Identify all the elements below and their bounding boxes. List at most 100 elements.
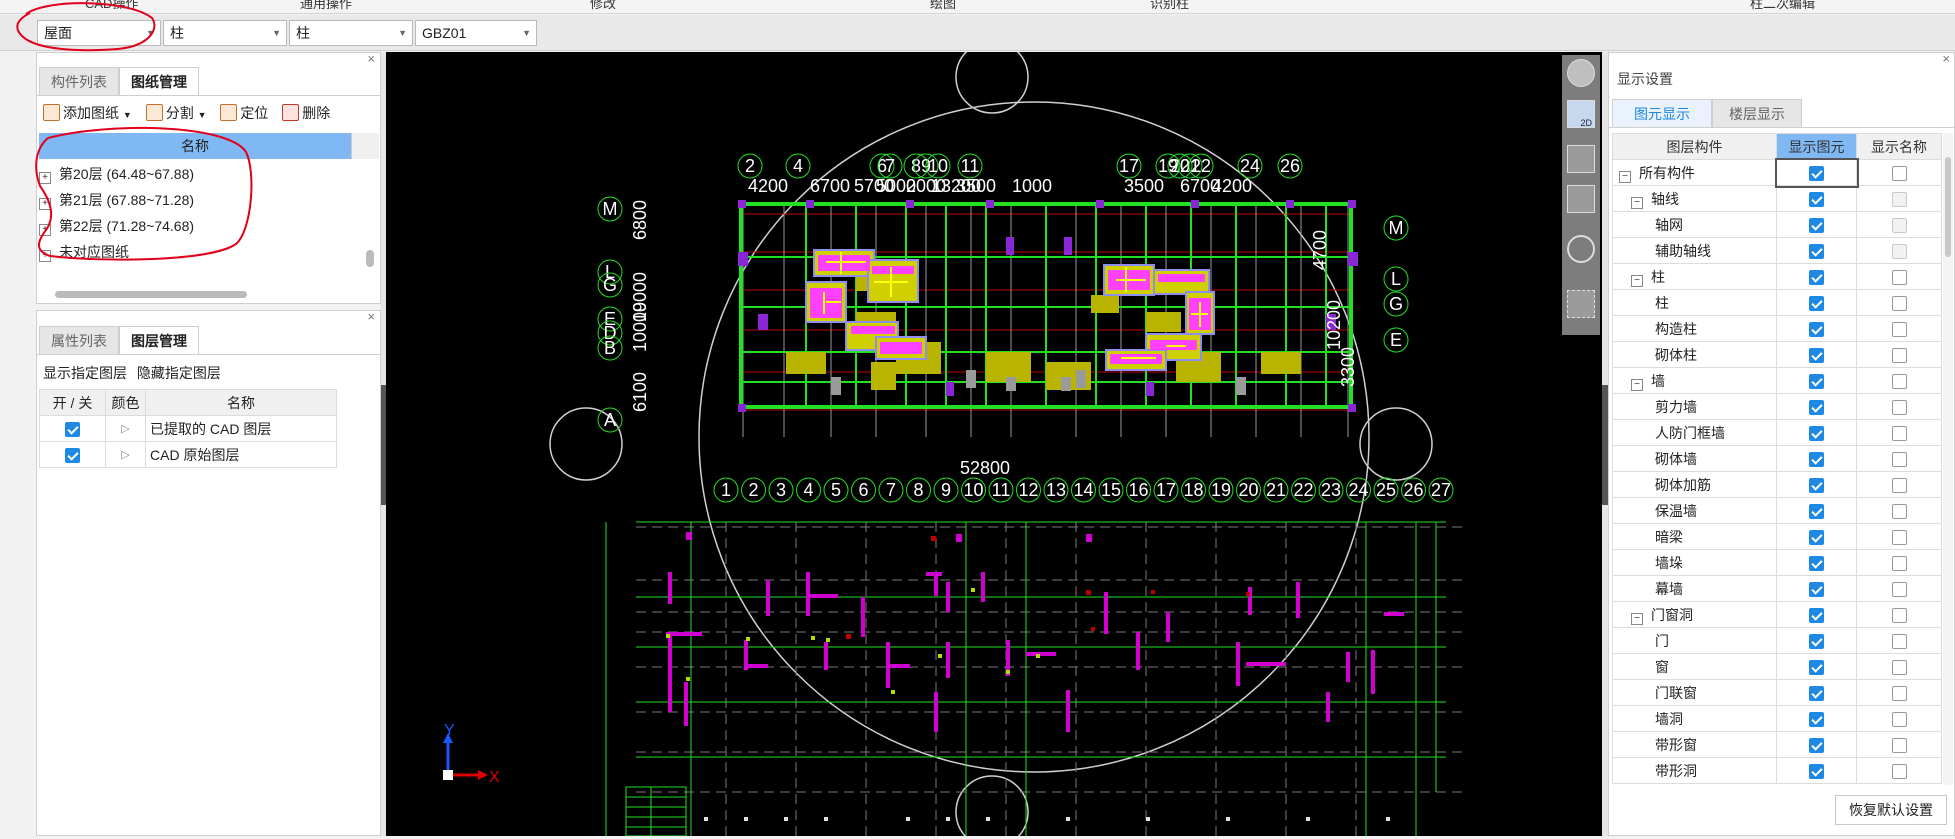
- show-element-checkbox[interactable]: [1809, 373, 1824, 389]
- show-name-checkbox[interactable]: [1891, 685, 1907, 701]
- type-select[interactable]: 柱 ▼: [289, 20, 413, 46]
- show-element-checkbox[interactable]: [1809, 399, 1824, 415]
- show-element-checkbox[interactable]: [1809, 321, 1824, 337]
- show-name-checkbox[interactable]: [1891, 321, 1907, 337]
- expand-icon[interactable]: +: [39, 250, 51, 262]
- vertical-scrollbar[interactable]: [1943, 133, 1953, 785]
- show-name-checkbox[interactable]: [1891, 529, 1907, 545]
- ribbon-tab-draw[interactable]: 识别柱: [1150, 0, 1189, 12]
- rotate-icon[interactable]: [1567, 235, 1595, 263]
- show-element-checkbox[interactable]: [1809, 477, 1824, 493]
- show-layer-button[interactable]: 显示指定图层: [43, 365, 127, 381]
- vertical-scrollbar-thumb[interactable]: [366, 250, 374, 267]
- cad-canvas[interactable]: 2 4 6 7 8 9 10 11 17 19 20 21 22 24 26 4200 6700 5700 5000…: [386, 52, 1602, 836]
- ribbon-tab-cad[interactable]: CAD操作: [85, 0, 138, 12]
- close-icon[interactable]: ×: [367, 51, 375, 66]
- show-element-checkbox[interactable]: [1809, 425, 1824, 441]
- ribbon-tab-modify[interactable]: 修改: [590, 0, 616, 12]
- locate-button[interactable]: 定位: [220, 104, 268, 121]
- delete-button[interactable]: 删除: [282, 104, 330, 121]
- show-name-checkbox[interactable]: [1891, 555, 1907, 571]
- show-element-checkbox[interactable]: [1809, 347, 1824, 363]
- vertical-scrollbar-thumb[interactable]: [1945, 157, 1951, 257]
- show-name-checkbox[interactable]: [1891, 607, 1907, 623]
- collapse-icon[interactable]: −: [1631, 378, 1643, 391]
- show-element-checkbox[interactable]: [1809, 711, 1824, 727]
- show-element-checkbox[interactable]: [1809, 451, 1824, 467]
- collapse-icon[interactable]: −: [1631, 196, 1643, 209]
- show-element-checkbox[interactable]: [1809, 503, 1824, 519]
- show-name-checkbox[interactable]: [1891, 581, 1907, 597]
- ribbon-tab-column-edit[interactable]: 柱二次编辑: [1750, 0, 1815, 12]
- show-element-checkbox[interactable]: [1809, 165, 1824, 181]
- show-name-checkbox[interactable]: [1891, 399, 1907, 415]
- collapse-icon[interactable]: −: [1631, 612, 1643, 625]
- show-element-checkbox[interactable]: [1809, 269, 1824, 285]
- show-element-checkbox[interactable]: [1809, 737, 1824, 753]
- show-element-checkbox[interactable]: [1809, 529, 1824, 545]
- component-select[interactable]: GBZ01 ▼: [415, 20, 537, 46]
- show-name-checkbox[interactable]: [1891, 191, 1907, 207]
- view-top-icon[interactable]: [1567, 145, 1595, 173]
- drawing-row[interactable]: + 第21层 (67.88~71.28): [39, 187, 359, 213]
- show-name-checkbox[interactable]: [1891, 633, 1907, 649]
- show-element-checkbox[interactable]: [1809, 243, 1824, 259]
- show-name-checkbox[interactable]: [1891, 217, 1907, 233]
- expand-arrow-icon[interactable]: ▷: [105, 415, 146, 442]
- add-drawing-button[interactable]: 添加图纸 ▼: [43, 104, 132, 121]
- view-3d-icon[interactable]: [1567, 185, 1595, 213]
- show-element-checkbox[interactable]: [1809, 295, 1824, 311]
- show-name-checkbox[interactable]: [1891, 477, 1907, 493]
- show-name-checkbox[interactable]: [1891, 503, 1907, 519]
- horizontal-scrollbar-thumb[interactable]: [55, 291, 247, 298]
- expand-icon[interactable]: +: [39, 172, 51, 184]
- layout-grid-icon[interactable]: [1567, 290, 1595, 318]
- show-element-checkbox[interactable]: [1809, 607, 1824, 623]
- show-name-checkbox[interactable]: [1891, 451, 1907, 467]
- ribbon-tab-general[interactable]: 通用操作: [300, 0, 352, 12]
- show-name-checkbox[interactable]: [1891, 243, 1907, 259]
- show-name-checkbox[interactable]: [1891, 763, 1907, 779]
- expand-arrow-icon[interactable]: ▷: [105, 441, 146, 468]
- collapse-icon[interactable]: −: [1619, 170, 1631, 183]
- close-icon[interactable]: ×: [367, 309, 375, 324]
- restore-defaults-button[interactable]: 恢复默认设置: [1835, 795, 1947, 825]
- show-name-checkbox[interactable]: [1891, 711, 1907, 727]
- tab-properties[interactable]: 属性列表: [39, 326, 119, 354]
- layer-toggle-checkbox[interactable]: [65, 421, 80, 437]
- tab-element-display[interactable]: 图元显示: [1612, 99, 1712, 127]
- show-element-checkbox[interactable]: [1809, 581, 1824, 597]
- collapse-icon[interactable]: −: [1631, 274, 1643, 287]
- show-element-checkbox[interactable]: [1809, 217, 1824, 233]
- close-icon[interactable]: ×: [1942, 51, 1950, 66]
- expand-icon[interactable]: +: [39, 224, 51, 236]
- show-name-checkbox[interactable]: [1891, 659, 1907, 675]
- drawing-row[interactable]: + 第22层 (71.28~74.68): [39, 213, 359, 239]
- show-name-checkbox[interactable]: [1891, 347, 1907, 363]
- layer-toggle-checkbox[interactable]: [65, 447, 80, 463]
- show-name-checkbox[interactable]: [1891, 425, 1907, 441]
- show-element-checkbox[interactable]: [1809, 685, 1824, 701]
- show-element-checkbox[interactable]: [1809, 659, 1824, 675]
- category-select[interactable]: 柱 ▼: [163, 20, 287, 46]
- show-name-checkbox[interactable]: [1891, 295, 1907, 311]
- view-2d-button[interactable]: 2D: [1567, 100, 1595, 128]
- show-name-checkbox[interactable]: [1891, 737, 1907, 753]
- show-name-checkbox[interactable]: [1891, 373, 1907, 389]
- show-name-checkbox[interactable]: [1891, 165, 1907, 181]
- show-name-checkbox[interactable]: [1891, 269, 1907, 285]
- orbit-icon[interactable]: [1567, 59, 1595, 87]
- show-element-checkbox[interactable]: [1809, 633, 1824, 649]
- drawing-row[interactable]: + 未对应图纸: [39, 239, 359, 265]
- tab-layer-manage[interactable]: 图层管理: [119, 326, 199, 354]
- expand-icon[interactable]: +: [39, 198, 51, 210]
- tab-floor-display[interactable]: 楼层显示: [1712, 99, 1802, 127]
- show-element-checkbox[interactable]: [1809, 555, 1824, 571]
- tab-component-list[interactable]: 构件列表: [39, 67, 119, 95]
- tab-drawing-manage[interactable]: 图纸管理: [119, 67, 199, 95]
- show-element-checkbox[interactable]: [1809, 763, 1824, 779]
- drawing-row[interactable]: + 第20层 (64.48~67.88): [39, 161, 359, 187]
- ribbon-tab-ribbon[interactable]: 绘图: [930, 0, 956, 12]
- hide-layer-button[interactable]: 隐藏指定图层: [137, 365, 221, 381]
- split-button[interactable]: 分割 ▼: [145, 104, 207, 121]
